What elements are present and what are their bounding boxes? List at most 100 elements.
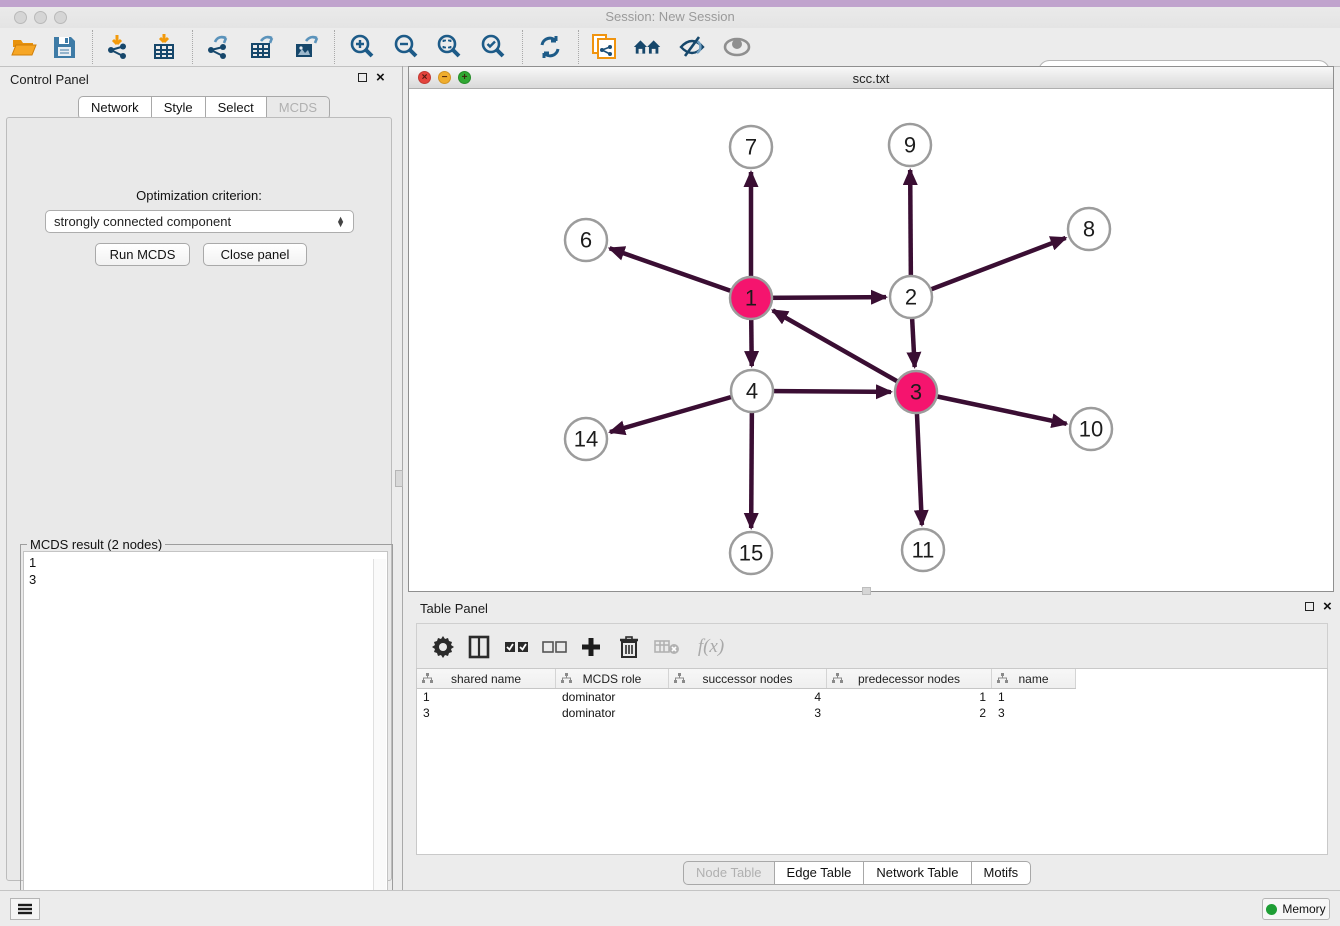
mcds-result-group: MCDS result (2 nodes) 1 3	[20, 544, 393, 926]
table-cell[interactable]: 3	[669, 705, 827, 721]
table-panel: Table Panel ×	[408, 597, 1340, 890]
table-cell[interactable]: dominator	[556, 689, 669, 705]
column-header-label: predecessor nodes	[858, 672, 960, 686]
function-builder-icon: f(x)	[689, 631, 733, 663]
control-panel-buttons: ×	[358, 73, 385, 82]
result-scrollbar-track[interactable]	[373, 559, 386, 926]
graph-node-label: 8	[1083, 217, 1095, 242]
node-table-header: shared name MCDS role successor nodes prede…	[417, 669, 1076, 689]
add-column-icon[interactable]	[575, 631, 607, 663]
export-table-icon[interactable]	[246, 31, 278, 63]
graph-node-label: 4	[746, 379, 758, 404]
table-cell[interactable]: 1	[992, 689, 1076, 705]
result-line: 3	[29, 571, 382, 588]
delete-column-icon[interactable]	[613, 631, 645, 663]
save-session-icon[interactable]	[48, 31, 80, 63]
close-panel-button[interactable]: Close panel	[203, 243, 307, 266]
column-header-shared-name[interactable]: shared name	[417, 669, 556, 688]
column-header-name[interactable]: name	[992, 669, 1076, 688]
table-cell[interactable]: 2	[827, 705, 992, 721]
mcds-result-title: MCDS result (2 nodes)	[27, 537, 165, 552]
status-bar: Memory	[0, 890, 1340, 926]
column-visibility-icon[interactable]	[463, 631, 495, 663]
table-cell[interactable]: 3	[992, 705, 1076, 721]
column-header-successor-nodes[interactable]: successor nodes	[669, 669, 827, 688]
graph-node-label: 3	[910, 380, 922, 405]
home-layouts-icon[interactable]	[632, 31, 664, 63]
memory-label: Memory	[1282, 902, 1325, 916]
close-panel-icon[interactable]: ×	[376, 73, 385, 82]
graph-edge-3-10[interactable]	[916, 392, 1067, 424]
application-window: Session: New Session	[0, 0, 1340, 926]
table-cell[interactable]: 4	[669, 689, 827, 705]
table-cell[interactable]: 1	[417, 689, 556, 705]
column-header-label: successor nodes	[702, 672, 792, 686]
optimization-criterion-label: Optimization criterion:	[7, 188, 391, 203]
delete-table-icon	[651, 631, 683, 663]
title-bar: Session: New Session	[0, 0, 1340, 28]
tab-network-table[interactable]: Network Table	[863, 861, 970, 885]
table-toolbar: f(x)	[416, 623, 1328, 668]
import-table-icon[interactable]	[148, 31, 180, 63]
float-panel-icon[interactable]	[358, 73, 367, 82]
deselect-all-checkboxes-icon[interactable]	[539, 631, 571, 663]
graph-node-label: 2	[905, 285, 917, 310]
show-eye-icon[interactable]	[721, 31, 753, 63]
memory-status-icon	[1266, 904, 1277, 915]
graph-edge-1-6[interactable]	[610, 248, 751, 298]
optimization-criterion-select[interactable]: strongly connected component ▲▼	[45, 210, 354, 233]
task-history-button[interactable]	[10, 898, 40, 920]
toolbar-separator	[522, 30, 523, 64]
table-cell[interactable]: 3	[417, 705, 556, 721]
duplicate-network-icon[interactable]	[588, 31, 620, 63]
column-header-predecessor-nodes[interactable]: predecessor nodes	[827, 669, 992, 688]
float-table-panel-icon[interactable]	[1305, 602, 1314, 611]
graph-node-label: 14	[574, 427, 598, 452]
network-view-window: × − + scc.txt 7968124314101511	[408, 66, 1334, 592]
column-header-label: shared name	[451, 672, 521, 686]
graph-node-label: 11	[912, 538, 935, 563]
run-mcds-button[interactable]: Run MCDS	[95, 243, 190, 266]
node-table[interactable]: shared name MCDS role successor nodes prede…	[416, 668, 1328, 855]
graph-edge-2-8[interactable]	[911, 238, 1066, 297]
memory-button[interactable]: Memory	[1262, 898, 1330, 920]
result-line: 1	[29, 554, 382, 571]
zoom-out-icon[interactable]	[390, 31, 422, 63]
table-cell[interactable]: 1	[827, 689, 992, 705]
titlebar-accent	[0, 0, 1340, 7]
tab-motifs[interactable]: Motifs	[971, 861, 1032, 885]
table-cell[interactable]: dominator	[556, 705, 669, 721]
refresh-layout-icon[interactable]	[534, 31, 566, 63]
open-folder-icon[interactable]	[8, 31, 40, 63]
zoom-selected-icon[interactable]	[477, 31, 509, 63]
zoom-fit-icon[interactable]	[433, 31, 465, 63]
network-window-titlebar[interactable]: × − + scc.txt	[409, 67, 1333, 89]
table-row[interactable]: 1dominator411	[417, 689, 1076, 705]
toolbar-separator	[192, 30, 193, 64]
toolbar-separator	[578, 30, 579, 64]
table-panel-title: Table Panel	[420, 601, 488, 616]
network-window-title: scc.txt	[409, 71, 1333, 86]
graph-node-label: 15	[739, 541, 763, 566]
tab-node-table[interactable]: Node Table	[683, 861, 774, 885]
import-network-icon[interactable]	[102, 31, 134, 63]
zoom-in-icon[interactable]	[346, 31, 378, 63]
table-tabs: Node Table Edge Table Network Table Moti…	[683, 861, 1031, 885]
select-all-checkboxes-icon[interactable]	[501, 631, 533, 663]
export-image-icon[interactable]	[290, 31, 322, 63]
mcds-result-textarea[interactable]: 1 3	[23, 551, 388, 923]
graph-node-label: 7	[745, 135, 757, 160]
close-table-panel-icon[interactable]: ×	[1323, 602, 1332, 611]
horizontal-divider-grip[interactable]	[862, 587, 871, 595]
graph-node-label: 1	[745, 286, 757, 311]
panel-divider-grip[interactable]	[395, 470, 403, 487]
export-network-icon[interactable]	[202, 31, 234, 63]
network-canvas[interactable]: 7968124314101511	[409, 89, 1333, 592]
settings-gear-icon[interactable]	[427, 631, 459, 663]
tab-edge-table[interactable]: Edge Table	[774, 861, 864, 885]
column-header-MCDS-role[interactable]: MCDS role	[556, 669, 669, 688]
graph-edge-3-1[interactable]	[773, 310, 916, 392]
hide-eye-icon[interactable]	[676, 31, 708, 63]
table-row[interactable]: 3dominator323	[417, 705, 1076, 721]
control-panel-title: Control Panel	[10, 72, 89, 87]
